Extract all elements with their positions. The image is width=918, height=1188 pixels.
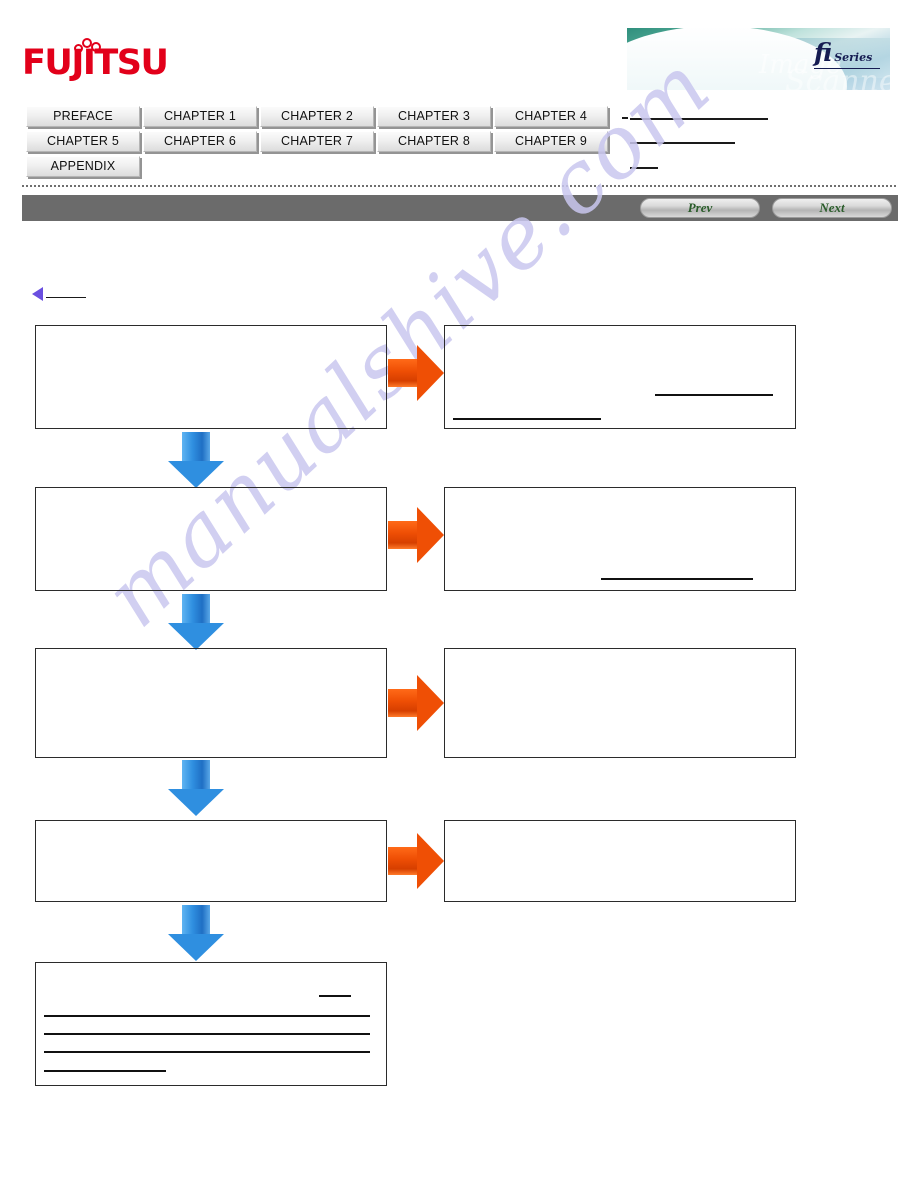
flow-box-step-1-left: [35, 325, 387, 429]
flow-box-step-5-left: [35, 962, 387, 1086]
flow-arrow-down-3: [168, 760, 224, 816]
flow-underline-2a[interactable]: [601, 578, 753, 580]
flow-box-step-4-left: [35, 820, 387, 902]
flow-box-step-3-right: [444, 648, 796, 758]
flow-box-step-1-right: [444, 325, 796, 429]
flow-box-step-4-right: [444, 820, 796, 902]
flow-arrow-down-1: [168, 432, 224, 488]
flow-box-step-2-left: [35, 487, 387, 591]
flow-arrow-down-2: [168, 594, 224, 650]
flow-underline-5e[interactable]: [44, 1070, 166, 1072]
flow-underline-1b[interactable]: [655, 394, 773, 396]
flow-box-step-3-left: [35, 648, 387, 758]
flow-arrow-down-4: [168, 905, 224, 961]
flow-arrow-right-1: [388, 345, 444, 401]
flow-underline-5b[interactable]: [44, 1015, 370, 1017]
flow-underline-5d[interactable]: [44, 1051, 370, 1053]
flow-underline-1a[interactable]: [453, 418, 601, 420]
flow-arrow-right-3: [388, 675, 444, 731]
workflow-diagram: [0, 0, 918, 1188]
flow-arrow-right-2: [388, 507, 444, 563]
flow-arrow-right-4: [388, 833, 444, 889]
flow-underline-5c[interactable]: [44, 1033, 370, 1035]
flow-underline-5a[interactable]: [319, 995, 351, 997]
flow-box-step-2-right: [444, 487, 796, 591]
